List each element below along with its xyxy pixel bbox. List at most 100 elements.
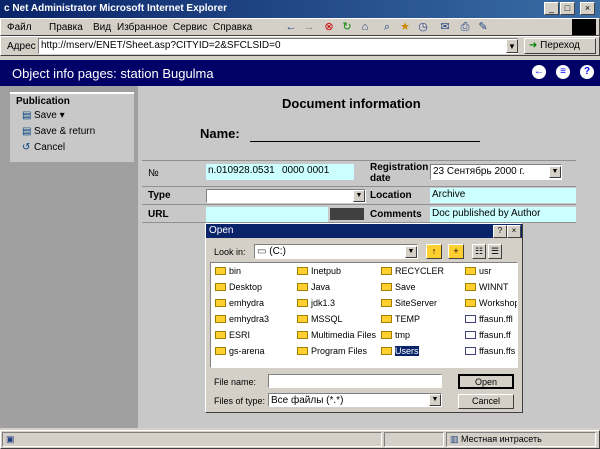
up-folder-icon[interactable]: ↑ bbox=[426, 244, 442, 259]
file-list-item[interactable]: Desktop bbox=[215, 282, 262, 292]
file-list-item[interactable]: gs-arena bbox=[215, 346, 265, 356]
toolbar: ← → ⊗ ↻ ⌂ ⌕ ★ ◷ ✉ ⎙ ✎ bbox=[282, 19, 572, 35]
divider bbox=[142, 204, 576, 205]
back-icon[interactable]: ← bbox=[284, 20, 298, 34]
favorites-icon[interactable]: ★ bbox=[398, 20, 412, 34]
filetype-select[interactable]: Все файлы (*.*) bbox=[268, 393, 442, 407]
file-list-item[interactable]: ESRI bbox=[215, 330, 250, 340]
refresh-icon[interactable]: ↻ bbox=[340, 20, 354, 34]
file-list-item[interactable]: Inetpub bbox=[297, 266, 341, 276]
file-list-item[interactable]: Program Files bbox=[297, 346, 367, 356]
menu-view[interactable]: Вид bbox=[93, 22, 111, 33]
file-list-item[interactable]: ffasun.ff bbox=[465, 330, 511, 340]
file-list-item[interactable]: ffasun.ffs bbox=[465, 346, 515, 356]
sidebar-item-cancel[interactable]: ↺ Cancel bbox=[22, 142, 65, 153]
help-icon[interactable]: ? bbox=[493, 225, 507, 238]
file-list-item[interactable]: TEMP bbox=[381, 314, 420, 324]
new-folder-icon[interactable]: + bbox=[448, 244, 464, 259]
browse-button[interactable] bbox=[330, 208, 364, 220]
status-panel-empty bbox=[384, 432, 444, 447]
file-list-item[interactable]: WINNT bbox=[465, 282, 509, 292]
file-name: bin bbox=[229, 266, 242, 276]
file-name: WINNT bbox=[479, 282, 509, 292]
list-view-icon[interactable]: ☷ bbox=[472, 244, 486, 259]
minimize-button[interactable]: _ bbox=[544, 2, 559, 15]
forward-icon[interactable]: → bbox=[302, 20, 316, 34]
file-name: Users bbox=[395, 346, 419, 356]
open-button[interactable]: Open bbox=[458, 374, 514, 389]
file-list-item[interactable]: RECYCLER bbox=[381, 266, 444, 276]
chevron-down-icon[interactable]: ▼ bbox=[549, 166, 561, 178]
folder-icon bbox=[381, 267, 392, 275]
name-field-underline[interactable] bbox=[250, 141, 480, 142]
back-circle-icon[interactable]: ← bbox=[532, 65, 546, 79]
type-select[interactable] bbox=[206, 189, 366, 203]
address-dropdown-icon[interactable]: ▼ bbox=[506, 39, 518, 53]
publication-heading: Publication bbox=[16, 96, 70, 107]
file-list-item[interactable]: jdk1.3 bbox=[297, 298, 335, 308]
sidebar-item-save-return[interactable]: ▤ Save & return bbox=[22, 126, 95, 137]
mail-icon[interactable]: ✉ bbox=[438, 20, 452, 34]
stop-icon[interactable]: ⊗ bbox=[322, 20, 336, 34]
windows-logo-icon bbox=[572, 19, 596, 35]
file-list-item[interactable]: ffasun.ffl bbox=[465, 314, 513, 324]
details-view-icon[interactable]: ☰ bbox=[488, 244, 502, 259]
intranet-icon: ▥ bbox=[450, 434, 459, 444]
folder-icon bbox=[465, 267, 476, 275]
chevron-down-icon[interactable]: ▼ bbox=[353, 190, 365, 202]
sidebar-item-save[interactable]: ▤ Save ▾ bbox=[22, 110, 65, 121]
file-list-item[interactable]: emhydra3 bbox=[215, 314, 269, 324]
go-button[interactable]: ➜ Переход bbox=[524, 38, 596, 54]
menu-file[interactable]: Файл bbox=[7, 22, 32, 33]
file-list-item[interactable]: Java bbox=[297, 282, 330, 292]
file-list-item[interactable]: Users bbox=[381, 346, 419, 356]
menu-favorites[interactable]: Избранное bbox=[117, 22, 168, 33]
divider bbox=[142, 160, 576, 161]
drive-icon: ▭ bbox=[257, 246, 267, 257]
file-list-item[interactable]: usr bbox=[465, 266, 492, 276]
history-icon[interactable]: ◷ bbox=[416, 20, 430, 34]
home-icon[interactable]: ⌂ bbox=[358, 20, 372, 34]
address-input[interactable]: http://mserv/ENET/Sheet.asp?CITYID=2&SFC… bbox=[38, 38, 518, 54]
menu-circle-icon[interactable]: ≡ bbox=[556, 65, 570, 79]
file-list-item[interactable]: Workshop bbox=[465, 298, 517, 308]
file-list-item[interactable]: emhydra bbox=[215, 298, 264, 308]
registration-date-select[interactable]: 23 Сентябрь 2000 г. bbox=[430, 164, 562, 180]
filename-input[interactable] bbox=[268, 374, 442, 388]
file-list-item[interactable]: SiteServer bbox=[381, 298, 437, 308]
menu-tools[interactable]: Сервис bbox=[173, 22, 207, 33]
save-icon: ▤ bbox=[22, 110, 32, 121]
file-list-item[interactable]: MSSQL bbox=[297, 314, 343, 324]
close-icon[interactable]: × bbox=[507, 225, 521, 238]
look-in-select[interactable]: ▭ (C:) bbox=[254, 244, 418, 259]
filename-label: File name: bbox=[214, 377, 257, 387]
edit-icon[interactable]: ✎ bbox=[476, 20, 490, 34]
location-label: Location bbox=[370, 190, 412, 201]
print-icon[interactable]: ⎙ bbox=[458, 20, 472, 34]
url-input[interactable] bbox=[206, 207, 328, 222]
file-list-item[interactable]: bin bbox=[215, 266, 241, 276]
folder-icon bbox=[215, 299, 226, 307]
file-list-item[interactable]: tmp bbox=[381, 330, 410, 340]
search-icon[interactable]: ⌕ bbox=[380, 20, 394, 34]
file-list-item[interactable]: Multimedia Files bbox=[297, 330, 376, 340]
file-name: gs-arena bbox=[229, 346, 265, 356]
chevron-down-icon[interactable]: ▼ bbox=[405, 246, 417, 258]
cancel-button[interactable]: Cancel bbox=[458, 394, 514, 409]
file-name: tmp bbox=[395, 330, 411, 340]
menu-help[interactable]: Справка bbox=[213, 22, 252, 33]
save-return-icon: ▤ bbox=[22, 126, 32, 137]
folder-icon bbox=[381, 283, 392, 291]
file-name: emhydra bbox=[229, 298, 265, 308]
folder-icon bbox=[381, 347, 392, 355]
maximize-button[interactable]: □ bbox=[560, 2, 575, 15]
window-title-bar[interactable]: c Net Administrator Microsoft Internet E… bbox=[0, 0, 600, 18]
file-list[interactable]: bin Desktop emhydra emhydra3 ESRI gs-arena Ine… bbox=[210, 262, 518, 368]
close-button[interactable]: × bbox=[580, 2, 595, 15]
dialog-title-bar[interactable]: Open ? × bbox=[206, 224, 522, 238]
file-list-item[interactable]: Save bbox=[381, 282, 416, 292]
menu-edit[interactable]: Правка bbox=[49, 22, 83, 33]
folder-icon bbox=[297, 315, 308, 323]
help-circle-icon[interactable]: ? bbox=[580, 65, 594, 79]
chevron-down-icon[interactable]: ▼ bbox=[429, 394, 441, 406]
